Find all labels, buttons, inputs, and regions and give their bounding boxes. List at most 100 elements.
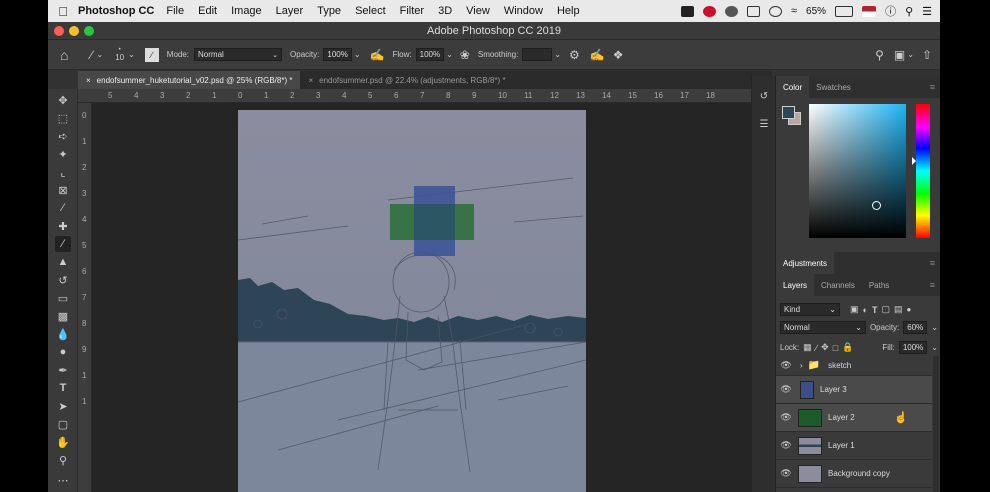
- workspace-icon[interactable]: ▣: [894, 48, 905, 62]
- airbrush-icon[interactable]: ❀: [460, 48, 470, 62]
- panel-menu-icon[interactable]: ≡: [930, 82, 935, 92]
- layers-scrollbar[interactable]: [933, 356, 939, 492]
- filter-type-icon[interactable]: T: [872, 305, 878, 315]
- app-menu[interactable]: Photoshop CC: [78, 5, 154, 17]
- brush-tool-icon[interactable]: ∕: [90, 48, 92, 62]
- hand-tool-icon[interactable]: ✋: [55, 434, 71, 450]
- mode-select[interactable]: Normal ⌄: [194, 48, 283, 61]
- healing-brush-tool-icon[interactable]: ✚: [55, 218, 71, 234]
- chevron-down-icon[interactable]: ⌄: [446, 50, 453, 59]
- filter-pixel-icon[interactable]: ▣: [850, 304, 859, 315]
- pressure-opacity-icon[interactable]: ✍: [370, 48, 385, 62]
- layer-row-layer-1[interactable]: 👁 Layer 1: [776, 432, 932, 460]
- menu-select[interactable]: Select: [355, 5, 386, 17]
- chevron-down-icon[interactable]: ⌄: [354, 50, 361, 59]
- chevron-down-icon[interactable]: ⌄: [96, 50, 103, 59]
- marquee-tool-icon[interactable]: ⬚: [55, 110, 71, 126]
- lasso-tool-icon[interactable]: ➪: [55, 128, 71, 144]
- visibility-eye-icon[interactable]: 👁: [776, 440, 796, 451]
- tab-channels[interactable]: Channels: [814, 274, 862, 296]
- pen-tool-icon[interactable]: ✒: [55, 362, 71, 378]
- zoom-window-icon[interactable]: [84, 26, 94, 36]
- visibility-eye-icon[interactable]: 👁: [776, 360, 796, 371]
- creative-cloud-icon[interactable]: [725, 5, 738, 17]
- blend-mode-select[interactable]: Normal ⌄: [780, 321, 866, 334]
- dropbox-icon[interactable]: [747, 5, 760, 17]
- layer-row-sketch[interactable]: 👁 › 📁 sketch: [776, 356, 932, 376]
- filter-kind-select[interactable]: Kind ⌄: [780, 303, 840, 316]
- keyboard-icon[interactable]: [681, 5, 694, 17]
- filter-shape-icon[interactable]: ▢: [881, 304, 890, 315]
- tab-swatches[interactable]: Swatches: [809, 76, 858, 98]
- more-tools-icon[interactable]: ⋯: [55, 472, 71, 488]
- pressure-size-icon[interactable]: ✍: [590, 48, 605, 62]
- menu-type[interactable]: Type: [317, 5, 341, 17]
- opacity-field[interactable]: 100%: [323, 48, 352, 61]
- panel-menu-icon[interactable]: ≡: [930, 280, 935, 290]
- zoom-tool-icon[interactable]: ⚲: [55, 452, 71, 468]
- canvas-workarea[interactable]: [92, 103, 772, 492]
- layer-row-background-copy[interactable]: 👁 Background copy: [776, 460, 932, 488]
- notification-icon[interactable]: ☰: [922, 5, 932, 18]
- symmetry-icon[interactable]: ❖: [613, 48, 624, 62]
- crop-tool-icon[interactable]: ⌞: [55, 164, 71, 180]
- hue-slider-handle[interactable]: [912, 157, 916, 165]
- magic-wand-tool-icon[interactable]: ✦: [55, 146, 71, 162]
- foreground-color-swatch[interactable]: [782, 106, 795, 119]
- close-icon[interactable]: ×: [308, 76, 313, 85]
- vertical-ruler[interactable]: 0 1 2 3 4 5 6 7 8 9 1 1: [78, 103, 92, 492]
- chevron-down-icon[interactable]: ⌄: [931, 343, 938, 352]
- layer-row-layer-3[interactable]: 👁 Layer 3: [776, 376, 932, 404]
- hue-slider[interactable]: [912, 104, 930, 238]
- filter-toggle-icon[interactable]: ●: [906, 305, 911, 314]
- wifi-icon[interactable]: ≈: [791, 5, 797, 17]
- tab-layers[interactable]: Layers: [776, 274, 815, 296]
- stamp-tool-icon[interactable]: ▲: [55, 254, 71, 270]
- spotlight-icon[interactable]: ⚲: [905, 5, 913, 18]
- tab-paths[interactable]: Paths: [862, 274, 896, 296]
- color-picker-field[interactable]: [809, 104, 906, 238]
- visibility-eye-icon[interactable]: 👁: [776, 412, 796, 423]
- lock-artboard-icon[interactable]: □: [833, 343, 838, 353]
- color-picker-cursor[interactable]: [872, 201, 881, 210]
- search-icon[interactable]: ⚲: [875, 48, 884, 62]
- visibility-eye-icon[interactable]: 👁: [776, 384, 796, 395]
- menu-edit[interactable]: Edit: [198, 5, 217, 17]
- tab-huketutorial[interactable]: × endofsummеr_huketutorial_v02.psd @ 25%…: [78, 71, 301, 89]
- type-tool-icon[interactable]: T: [55, 380, 71, 396]
- menu-file[interactable]: File: [166, 5, 184, 17]
- close-window-icon[interactable]: [54, 26, 64, 36]
- menu-window[interactable]: Window: [504, 5, 543, 17]
- menu-3d[interactable]: 3D: [438, 5, 452, 17]
- gear-icon[interactable]: ⚙: [569, 48, 580, 62]
- minimize-window-icon[interactable]: [69, 26, 79, 36]
- info-icon[interactable]: ⓘ: [885, 3, 896, 19]
- frame-tool-icon[interactable]: ⊠: [55, 182, 71, 198]
- gradient-tool-icon[interactable]: ▩: [55, 308, 71, 324]
- brush-size-picker[interactable]: • 10: [115, 47, 124, 62]
- menu-image[interactable]: Image: [231, 5, 262, 17]
- app-status-icon[interactable]: [703, 5, 716, 17]
- layer-row-layer-2[interactable]: 👁 Layer 2 ☝: [776, 404, 932, 432]
- eyedropper-tool-icon[interactable]: ∕: [55, 200, 71, 216]
- lock-all-icon[interactable]: 🔒: [842, 342, 853, 353]
- apple-icon[interactable]: : [48, 4, 78, 19]
- chevron-down-icon[interactable]: ⌄: [554, 50, 561, 59]
- share-icon[interactable]: ⇧: [922, 48, 932, 62]
- clock-icon[interactable]: [769, 5, 782, 17]
- fill-field[interactable]: 100%: [898, 341, 928, 354]
- blur-tool-icon[interactable]: 💧: [55, 326, 71, 342]
- filter-adjustment-icon[interactable]: ◐: [863, 305, 868, 315]
- path-selection-tool-icon[interactable]: ➤: [55, 398, 71, 414]
- flow-field[interactable]: 100%: [415, 48, 445, 61]
- move-tool-icon[interactable]: ✥: [55, 92, 71, 108]
- chevron-down-icon[interactable]: ⌄: [128, 50, 135, 59]
- lock-transparent-icon[interactable]: ▦: [803, 342, 812, 353]
- home-icon[interactable]: ⌂: [60, 47, 68, 63]
- flag-icon[interactable]: [862, 5, 877, 17]
- filter-smart-object-icon[interactable]: ▤: [894, 304, 903, 315]
- properties-panel-icon[interactable]: ☰: [756, 116, 772, 132]
- panel-menu-icon[interactable]: ≡: [930, 258, 935, 268]
- lock-position-icon[interactable]: ✥: [821, 342, 829, 353]
- layer-opacity-field[interactable]: 60%: [903, 321, 928, 334]
